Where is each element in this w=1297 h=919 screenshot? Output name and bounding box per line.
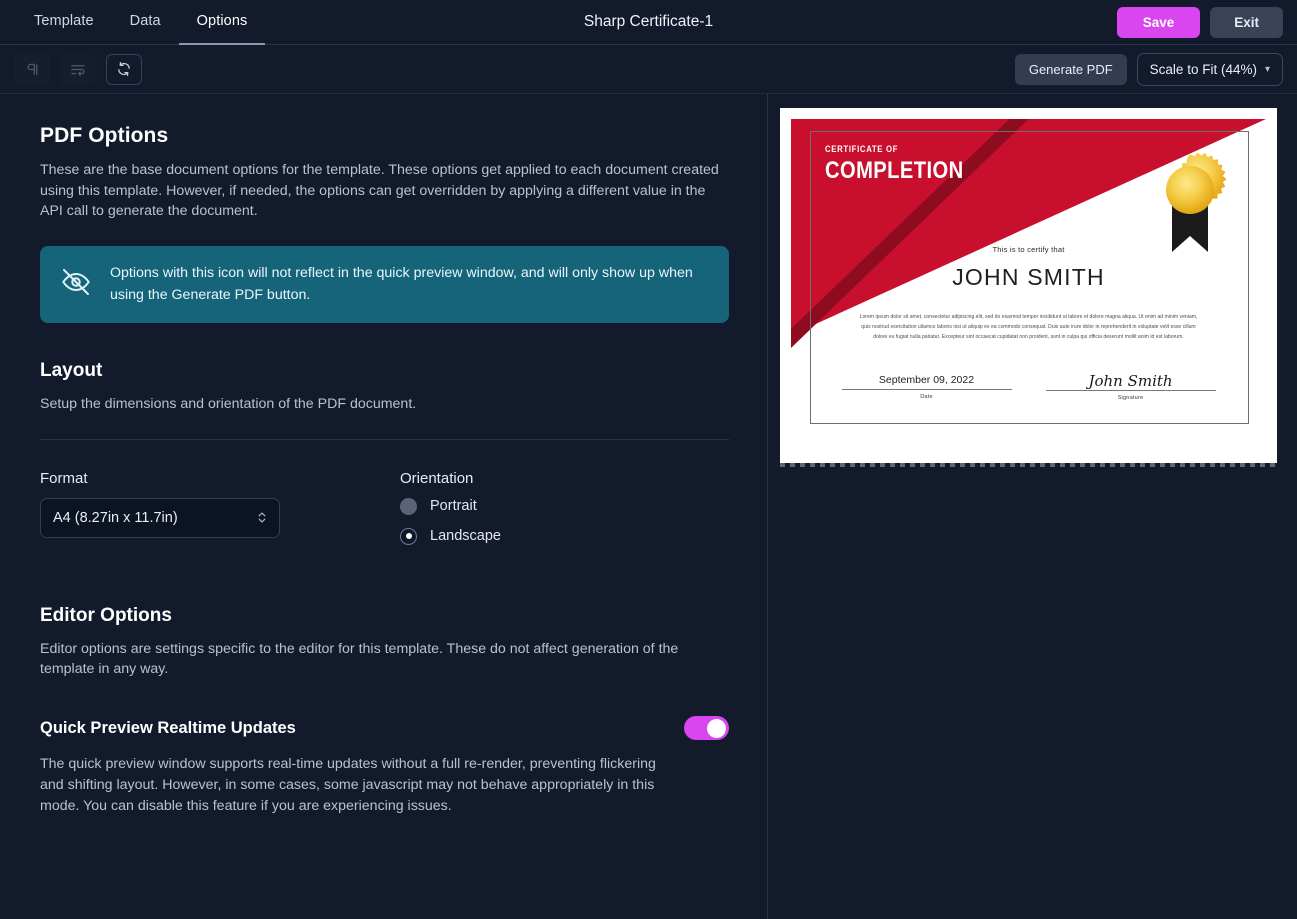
layout-fields: Format A4 (8.27in x 11.7in) Orientation … [40, 470, 729, 558]
certificate-heading: CERTIFICATE OF COMPLETION [825, 144, 990, 185]
editor-options-title: Editor Options [40, 604, 172, 626]
signature-caption: Signature [1117, 395, 1144, 401]
radio-portrait[interactable]: Portrait [400, 497, 501, 515]
text-wrap-icon [70, 62, 86, 77]
recipient-name: JOHN SMITH [952, 264, 1105, 290]
radio-landscape[interactable]: Landscape [400, 527, 501, 545]
radio-landscape-indicator [400, 527, 417, 545]
date-value: September 09, 2022 [878, 374, 975, 386]
radio-portrait-label: Portrait [430, 498, 477, 515]
quick-preview-description: The quick preview window supports real-t… [40, 756, 656, 814]
eye-off-icon [60, 266, 92, 303]
main-tabs: Template Data Options [0, 0, 266, 45]
tab-options[interactable]: Options [178, 0, 266, 45]
certificate-signature-row: September 09, 2022 Date John Smith Signa… [791, 374, 1266, 401]
page-break-indicator [780, 463, 1277, 467]
quick-preview-row: Quick Preview Realtime Updates [40, 716, 729, 740]
orientation-label: Orientation [400, 469, 474, 487]
toolbar-right-actions: Generate PDF Scale to Fit (44%) ▾ [1014, 52, 1283, 86]
quick-preview-pane: CERTIFICATE OF COMPLETION This is to cer… [767, 94, 1297, 919]
top-header-bar: Template Data Options Sharp Certificate-… [0, 0, 1297, 45]
header-actions: Save Exit [1116, 6, 1297, 38]
save-button[interactable]: Save [1116, 6, 1201, 38]
signature-rule [1045, 390, 1216, 391]
layout-divider [40, 438, 729, 440]
pdf-options-description: These are the base document options for … [40, 162, 719, 220]
text-wrap-button[interactable] [60, 53, 96, 85]
format-label: Format [40, 469, 88, 487]
editor-options-description: Editor options are settings specific to … [40, 640, 679, 678]
certificate-title: COMPLETION [825, 157, 964, 184]
chevron-down-icon: ▾ [1264, 63, 1270, 75]
certificate-kicker: CERTIFICATE OF [825, 144, 899, 154]
date-block: September 09, 2022 Date [841, 374, 1012, 401]
refresh-icon [116, 61, 132, 77]
scale-select-value: Scale to Fit (44%) [1149, 61, 1257, 77]
paragraph-button[interactable] [14, 53, 50, 85]
signature-block: John Smith Signature [1045, 372, 1216, 401]
format-select-value: A4 (8.27in x 11.7in) [53, 509, 178, 526]
preview-notice-text: Options with this icon will not reflect … [110, 265, 693, 303]
pdf-options-title: PDF Options [40, 124, 169, 147]
date-caption: Date [920, 394, 933, 400]
radio-portrait-indicator [400, 497, 417, 515]
certificate-paragraph: Lorem ipsum dolor sit amet, consectetur … [859, 314, 1198, 340]
editor-toolbar: Generate PDF Scale to Fit (44%) ▾ [0, 45, 1297, 94]
signature-value: John Smith [1088, 372, 1173, 390]
orientation-field: Orientation Portrait Landscape [400, 470, 501, 558]
radio-landscape-label: Landscape [430, 528, 501, 545]
certificate: CERTIFICATE OF COMPLETION This is to cer… [791, 119, 1266, 437]
tab-data[interactable]: Data [112, 0, 179, 45]
refresh-button[interactable] [106, 53, 142, 85]
award-seal [1152, 144, 1228, 264]
select-updown-icon [257, 510, 267, 525]
tab-template[interactable]: Template [16, 0, 112, 45]
date-rule [841, 389, 1012, 390]
layout-title: Layout [40, 359, 103, 381]
generate-pdf-button[interactable]: Generate PDF [1014, 53, 1127, 85]
layout-description: Setup the dimensions and orientation of … [40, 395, 417, 412]
options-panel: PDF Options These are the base document … [0, 94, 767, 919]
main-content: PDF Options These are the base document … [0, 94, 1297, 919]
paragraph-icon [25, 62, 40, 77]
scale-select[interactable]: Scale to Fit (44%) ▾ [1136, 52, 1283, 86]
format-select[interactable]: A4 (8.27in x 11.7in) [40, 497, 280, 538]
format-field: Format A4 (8.27in x 11.7in) [40, 470, 400, 558]
quick-preview-label: Quick Preview Realtime Updates [40, 718, 296, 737]
quick-preview-toggle[interactable] [684, 716, 729, 740]
preview-notice-banner: Options with this icon will not reflect … [40, 246, 729, 323]
exit-button[interactable]: Exit [1210, 6, 1283, 38]
preview-page[interactable]: CERTIFICATE OF COMPLETION This is to cer… [780, 108, 1277, 463]
